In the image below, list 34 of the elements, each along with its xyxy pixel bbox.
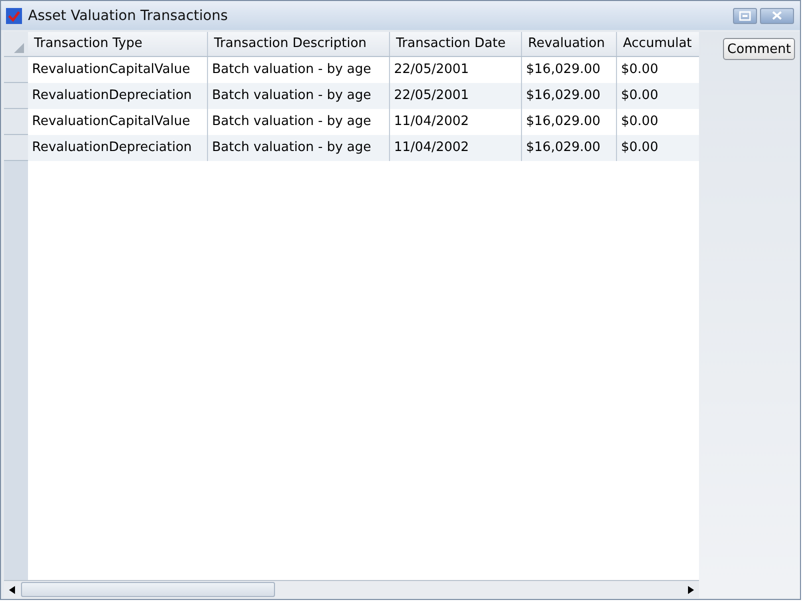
table-cell: RevaluationDepreciation — [28, 83, 208, 109]
row-header[interactable] — [4, 109, 28, 135]
scroll-thumb[interactable] — [21, 582, 275, 597]
scroll-right-icon[interactable] — [688, 586, 694, 594]
column-header[interactable]: Transaction Description — [208, 32, 390, 56]
row-header[interactable] — [4, 83, 28, 109]
row-header[interactable] — [4, 57, 28, 83]
table-cell-text: $0.00 — [620, 87, 660, 105]
table-cell-text: $0.00 — [620, 61, 660, 79]
close-icon — [772, 11, 782, 20]
window-title: Asset Valuation Transactions — [28, 8, 229, 24]
comment-button[interactable]: Comment — [723, 38, 795, 60]
column-header[interactable]: Transaction Type — [28, 32, 208, 56]
scroll-left-icon[interactable] — [9, 586, 15, 594]
table-cell: Batch valuation - by age — [208, 135, 390, 161]
column-header[interactable]: Revaluation — [522, 32, 617, 56]
column-header[interactable]: Accumulat — [617, 32, 698, 56]
horizontal-scrollbar[interactable] — [4, 580, 699, 598]
close-button[interactable] — [760, 8, 794, 24]
checkmark-icon — [6, 8, 22, 24]
table-cell-text: $0.00 — [620, 139, 660, 157]
table-cell: Batch valuation - by age — [208, 83, 390, 109]
table-cell: 22/05/2001 — [390, 83, 522, 109]
restore-icon — [739, 10, 751, 20]
table-cell-text: $0.00 — [620, 113, 660, 131]
select-all-corner[interactable] — [4, 32, 28, 57]
table-cell: $16,029.00 — [522, 135, 617, 161]
row-header[interactable] — [4, 135, 28, 161]
table-cell: 11/04/2002 — [390, 135, 522, 161]
restore-button[interactable] — [733, 8, 757, 24]
corner-triangle-icon — [14, 43, 24, 53]
column-header[interactable]: Transaction Date — [390, 32, 522, 56]
table-cell: $16,029.00 — [522, 83, 617, 109]
table-cell: RevaluationDepreciation — [28, 135, 208, 161]
